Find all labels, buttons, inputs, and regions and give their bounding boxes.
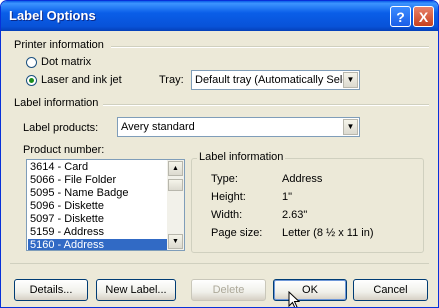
list-item[interactable]: 5096 - Diskette <box>28 200 170 213</box>
page-size-value: Letter (8 ½ x 11 in) <box>282 227 374 239</box>
scroll-thumb[interactable] <box>168 179 183 191</box>
tray-dropdown[interactable]: Default tray (Automatically Sele ▼ <box>191 70 360 90</box>
dot-matrix-radio[interactable] <box>26 57 37 68</box>
close-button[interactable]: X <box>413 6 434 27</box>
list-item[interactable]: 5097 - Diskette <box>28 213 170 226</box>
chevron-down-icon[interactable]: ▼ <box>343 72 358 88</box>
printer-info-divider <box>111 46 429 48</box>
title-bar: Label Options ? X <box>1 1 438 31</box>
height-key: Height: <box>211 191 246 203</box>
product-number-label: Product number: <box>23 144 105 156</box>
height-value: 1" <box>282 191 293 203</box>
type-value: Address <box>282 173 323 185</box>
label-products-value: Avery standard <box>121 121 195 133</box>
type-key: Type: <box>211 173 238 185</box>
label-products-label: Label products: <box>23 122 99 134</box>
scroll-up-icon[interactable]: ▲ <box>168 161 183 176</box>
list-item[interactable]: 5066 - File Folder <box>28 174 170 187</box>
new-label-button[interactable]: New Label... <box>96 279 176 301</box>
laser-inkjet-radio[interactable] <box>26 75 37 86</box>
laser-inkjet-label: Laser and ink jet <box>41 74 122 86</box>
label-details-group: Label information Type: Address Height: … <box>191 151 424 253</box>
width-value: 2.63" <box>282 209 308 221</box>
tray-label: Tray: <box>159 74 184 86</box>
scroll-down-icon[interactable]: ▼ <box>168 234 183 249</box>
page-size-key: Page size: <box>211 227 263 239</box>
product-number-list[interactable]: 3614 - Card 5066 - File Folder 5095 - Na… <box>26 159 185 251</box>
delete-button[interactable]: Delete <box>191 279 266 301</box>
list-item[interactable]: 5095 - Name Badge <box>28 187 170 200</box>
cancel-button[interactable]: Cancel <box>353 279 428 301</box>
label-info-heading: Label information <box>14 97 99 109</box>
label-info-divider <box>103 104 429 106</box>
details-button[interactable]: Details... <box>14 279 88 301</box>
label-details-heading: Label information <box>197 151 286 163</box>
list-item[interactable]: 5159 - Address <box>28 226 170 239</box>
ok-button[interactable]: OK <box>273 279 347 301</box>
printer-info-heading: Printer information <box>14 39 104 51</box>
dot-matrix-label: Dot matrix <box>41 56 92 68</box>
label-products-dropdown[interactable]: Avery standard ▼ <box>117 117 360 137</box>
tray-value: Default tray (Automatically Sele <box>195 74 349 86</box>
list-item[interactable]: 3614 - Card <box>28 161 170 174</box>
help-button[interactable]: ? <box>390 6 411 27</box>
chevron-down-icon[interactable]: ▼ <box>343 119 358 135</box>
window-title: Label Options <box>9 8 96 23</box>
mouse-cursor-icon <box>288 291 300 307</box>
list-item-selected[interactable]: 5160 - Address <box>28 239 170 250</box>
width-key: Width: <box>211 209 243 221</box>
bottom-divider <box>10 263 429 264</box>
list-scrollbar[interactable]: ▲ ▼ <box>167 160 184 250</box>
label-options-dialog: Label Options ? X Printer information Do… <box>0 0 439 308</box>
